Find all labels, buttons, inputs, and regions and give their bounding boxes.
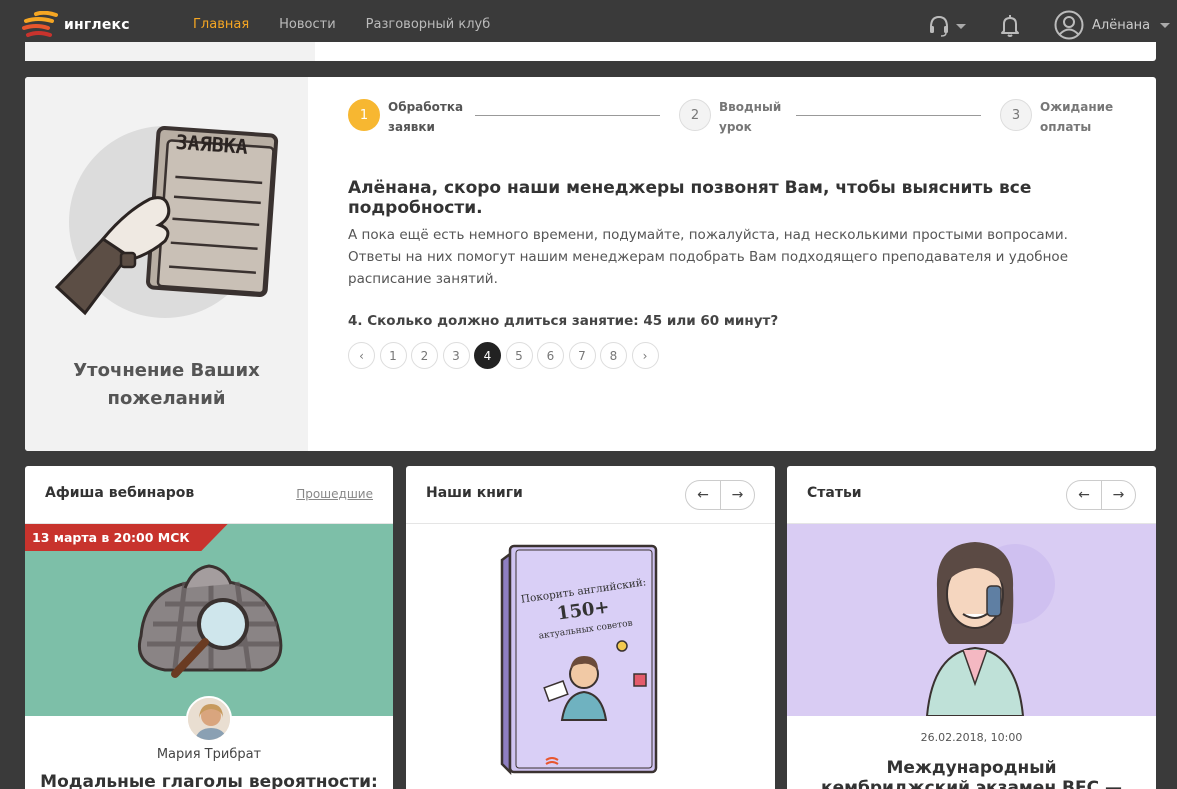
nav-item-home[interactable]: Главная <box>193 17 249 32</box>
logo[interactable]: инглекс <box>22 11 130 39</box>
nav-item-news[interactable]: Новости <box>279 17 336 32</box>
pager-page[interactable]: 7 <box>568 342 596 369</box>
application-sidebar-title: Уточнение Ваших пожеланий <box>73 360 260 409</box>
step-processing: 1 Обработка заявки <box>348 97 464 137</box>
previous-card-edge-left <box>25 42 315 61</box>
pager-page[interactable]: 2 <box>411 342 438 369</box>
speaker-photo <box>188 698 230 740</box>
webinar-image[interactable] <box>25 524 393 716</box>
pager-prev-button[interactable]: ‹ <box>348 342 375 369</box>
books-carousel-controls: ← → <box>685 480 755 510</box>
question-pager: ‹ 1 2 3 4 5 6 7 8 › <box>348 342 659 369</box>
main-nav: Главная Новости Разговорный клуб <box>193 17 490 32</box>
question-text: 4. Сколько должно длиться занятие: 45 ил… <box>348 313 779 329</box>
past-webinars-link[interactable]: Прошедшие <box>296 487 373 501</box>
application-heading: Алёнана, скоро наши менеджеры позвонят В… <box>348 178 1032 218</box>
progress-steps: 1 Обработка заявки 2 Вводный урок 3 Ожид… <box>348 97 1118 137</box>
detective-hat-illustration <box>138 564 283 678</box>
articles-title: Статьи <box>807 485 862 501</box>
headset-icon <box>930 15 966 37</box>
article-image[interactable] <box>787 524 1156 717</box>
pager-next-button[interactable]: › <box>631 342 659 369</box>
user-name: Алёнана <box>1092 17 1151 33</box>
application-form-illustration: ЗАЯВКА <box>55 125 279 318</box>
step-number: 3 <box>1000 99 1032 131</box>
chevron-down-icon <box>1160 22 1171 28</box>
illustration-label: ЗАЯВКА <box>175 130 249 159</box>
application-text: А пока ещё есть немного времени, подумай… <box>348 227 1069 287</box>
article-title[interactable]: Международный кембриджский экзамен BEC —… <box>817 758 1126 789</box>
application-card: ЗАЯВКА Уточнение Ваших пожеланий 1 Обраб… <box>25 77 1156 451</box>
speaker-avatar <box>186 696 232 742</box>
arrow-left-icon[interactable]: ← <box>686 481 720 509</box>
pager-page-current[interactable]: 4 <box>474 342 501 369</box>
user-menu[interactable]: Алёнана <box>1054 10 1171 40</box>
pager-page[interactable]: 8 <box>600 342 627 369</box>
nav-item-speaking-club[interactable]: Разговорный клуб <box>366 17 491 32</box>
articles-card: Статьи ← → 26.02.2018, 10:00 Международн… <box>787 466 1156 789</box>
step-label: Обработка заявки <box>388 100 464 134</box>
books-title: Наши книги <box>426 485 523 501</box>
pager-page[interactable]: 3 <box>442 342 470 369</box>
step-connector <box>796 115 981 116</box>
woman-on-phone-illustration <box>925 542 1055 717</box>
previous-card-edge <box>25 42 1156 61</box>
book-illustration: Покорить английский: 150+ актуальных сов… <box>500 544 658 776</box>
step-label: Ожидание оплаты <box>1040 100 1114 134</box>
book-cover[interactable]: Покорить английский: 150+ актуальных сов… <box>406 524 775 789</box>
books-card: Наши книги ← → Покорить английский: 150+… <box>406 466 775 789</box>
step-connector <box>475 115 660 116</box>
webinar-date-badge: 13 марта в 20:00 МСК <box>25 524 228 551</box>
pager-page[interactable]: 1 <box>379 342 407 369</box>
step-label: Вводный урок <box>719 100 782 134</box>
englex-logo-icon <box>22 11 58 37</box>
speaker-name: Мария Трибрат <box>156 747 262 762</box>
bell-icon <box>1001 15 1019 37</box>
step-number: 2 <box>679 99 711 131</box>
support-menu[interactable] <box>929 15 969 37</box>
step-number: 1 <box>348 99 380 131</box>
step-intro-lesson: 2 Вводный урок <box>679 97 789 137</box>
arrow-left-icon[interactable]: ← <box>1067 481 1101 509</box>
arrow-right-icon[interactable]: → <box>1100 481 1135 509</box>
webinars-title: Афиша вебинаров <box>45 485 195 501</box>
webinars-card: Афиша вебинаров Прошедшие 13 марта в 20:… <box>25 466 393 789</box>
chevron-down-icon <box>956 24 966 29</box>
notifications-button[interactable] <box>999 14 1021 38</box>
articles-carousel-controls: ← → <box>1066 480 1136 510</box>
step-awaiting-payment: 3 Ожидание оплаты <box>1000 97 1114 137</box>
pager-page[interactable]: 5 <box>505 342 533 369</box>
article-date: 26.02.2018, 10:00 <box>920 731 1023 744</box>
pager-page[interactable]: 6 <box>537 342 564 369</box>
webinar-title[interactable]: Модальные глаголы вероятности: <box>25 772 393 789</box>
user-avatar-icon <box>1054 10 1084 40</box>
arrow-right-icon[interactable]: → <box>719 481 754 509</box>
application-sidebar: ЗАЯВКА Уточнение Ваших пожеланий <box>25 77 308 451</box>
logo-text: инглекс <box>64 17 130 33</box>
